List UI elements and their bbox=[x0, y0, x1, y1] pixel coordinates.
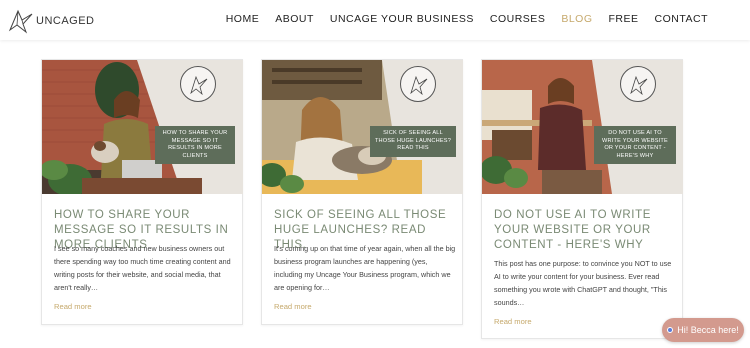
nav-home[interactable]: HOME bbox=[226, 13, 260, 25]
read-more-link[interactable]: Read more bbox=[54, 302, 92, 311]
chat-widget-button[interactable]: Hi! Becca here! bbox=[662, 318, 744, 342]
nav-contact[interactable]: CONTACT bbox=[655, 13, 708, 25]
blog-post-card: DO NOT USE AI TO WRITE YOUR WEBSITE OR Y… bbox=[481, 59, 683, 339]
blog-post-card: HOW TO SHARE YOUR MESSAGE SO IT RESULTS … bbox=[41, 59, 243, 325]
bird-logo-icon bbox=[8, 9, 33, 34]
post-image-caption: HOW TO SHARE YOUR MESSAGE SO IT RESULTS … bbox=[155, 126, 235, 164]
post-image[interactable]: HOW TO SHARE YOUR MESSAGE SO IT RESULTS … bbox=[42, 60, 243, 194]
post-image-caption: SICK OF SEEING ALL THOSE HUGE LAUNCHES? … bbox=[370, 126, 456, 157]
post-image[interactable]: DO NOT USE AI TO WRITE YOUR WEBSITE OR Y… bbox=[482, 60, 683, 194]
post-image-caption: DO NOT USE AI TO WRITE YOUR WEBSITE OR Y… bbox=[594, 126, 676, 164]
post-excerpt: I see so many coaches and new business o… bbox=[54, 244, 231, 292]
nav-courses[interactable]: COURSES bbox=[490, 13, 545, 25]
post-image[interactable]: SICK OF SEEING ALL THOSE HUGE LAUNCHES? … bbox=[262, 60, 463, 194]
brand-name: UNCAGED bbox=[36, 15, 95, 27]
nav-blog[interactable]: BLOG bbox=[561, 13, 592, 25]
post-excerpt: It's coming up on that time of year agai… bbox=[274, 244, 456, 292]
uncaged-seal-icon bbox=[180, 66, 216, 102]
blog-post-card: SICK OF SEEING ALL THOSE HUGE LAUNCHES? … bbox=[261, 59, 463, 325]
uncaged-seal-icon bbox=[400, 66, 436, 102]
site-header: UNCAGED HOME ABOUT UNCAGE YOUR BUSINESS … bbox=[0, 0, 750, 40]
online-status-icon bbox=[667, 327, 674, 333]
main-nav: HOME ABOUT UNCAGE YOUR BUSINESS COURSES … bbox=[210, 13, 708, 25]
chat-label: Hi! Becca here! bbox=[677, 325, 739, 335]
nav-about[interactable]: ABOUT bbox=[275, 13, 314, 25]
brand-logo[interactable]: UNCAGED bbox=[8, 8, 95, 34]
nav-free[interactable]: FREE bbox=[609, 13, 639, 25]
read-more-link[interactable]: Read more bbox=[494, 317, 532, 326]
post-excerpt: This post has one purpose: to convince y… bbox=[494, 259, 672, 307]
read-more-link[interactable]: Read more bbox=[274, 302, 312, 311]
nav-uncage-your-business[interactable]: UNCAGE YOUR BUSINESS bbox=[330, 13, 474, 25]
post-title[interactable]: DO NOT USE AI TO WRITE YOUR WEBSITE OR Y… bbox=[494, 208, 674, 253]
uncaged-seal-icon bbox=[620, 66, 656, 102]
